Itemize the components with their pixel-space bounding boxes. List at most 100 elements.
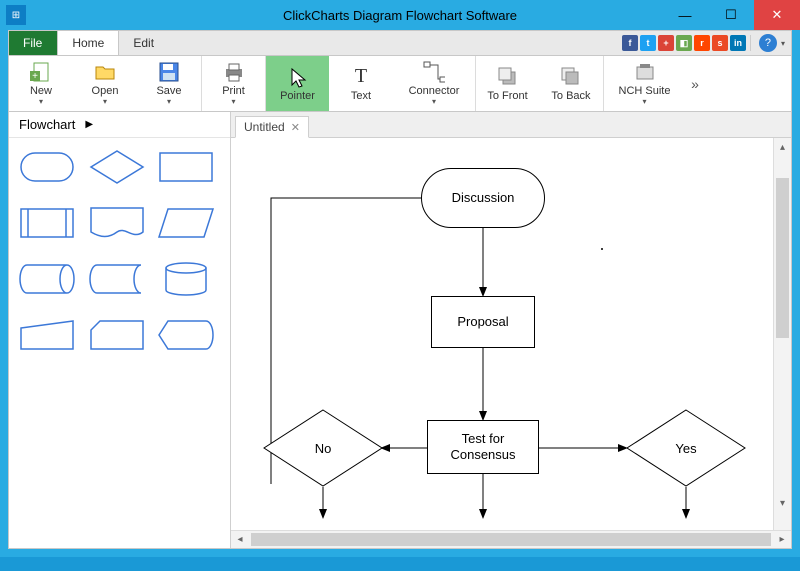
stumbleupon-icon[interactable]: s bbox=[712, 35, 728, 51]
vertical-scrollbar[interactable]: ▴ ▾ bbox=[773, 138, 791, 530]
document-tab-label: Untitled bbox=[244, 120, 285, 134]
open-label: Open bbox=[92, 85, 119, 97]
shapes-sidebar: Flowchart ▶ bbox=[9, 112, 231, 548]
content-area: Flowchart ▶ Untitled bbox=[8, 112, 792, 549]
scroll-thumb[interactable] bbox=[776, 178, 789, 338]
shape-terminator[interactable] bbox=[19, 148, 75, 186]
scroll-down-icon[interactable]: ▾ bbox=[774, 494, 791, 512]
shape-decision[interactable] bbox=[89, 148, 145, 186]
pointer-icon bbox=[287, 66, 309, 88]
shape-display[interactable] bbox=[158, 316, 214, 354]
chevron-down-icon: ▾ bbox=[103, 97, 107, 106]
nchsuite-button[interactable]: NCH Suite ▾ bbox=[603, 56, 685, 111]
tofront-label: To Front bbox=[487, 90, 527, 102]
scroll-left-icon[interactable]: ◂ bbox=[231, 534, 249, 545]
shape-database[interactable] bbox=[158, 260, 214, 298]
text-button[interactable]: T Text bbox=[329, 56, 393, 111]
shape-process[interactable] bbox=[158, 148, 214, 186]
print-button[interactable]: Print ▾ bbox=[201, 56, 265, 111]
save-icon bbox=[158, 61, 180, 83]
connector-button[interactable]: Connector ▾ bbox=[393, 56, 475, 111]
menu-file[interactable]: File bbox=[9, 31, 57, 55]
pointer-button[interactable]: Pointer bbox=[265, 56, 329, 111]
tofront-button[interactable]: To Front bbox=[475, 56, 539, 111]
node-label: No bbox=[263, 409, 383, 487]
nchsuite-label: NCH Suite bbox=[619, 85, 671, 97]
node-label: Yes bbox=[626, 409, 746, 487]
node-label: Test for Consensus bbox=[450, 431, 515, 462]
document-tab-untitled[interactable]: Untitled ✕ bbox=[235, 116, 309, 138]
help-dropdown-icon[interactable]: ▾ bbox=[779, 39, 787, 48]
new-button[interactable]: + New ▾ bbox=[9, 56, 73, 111]
node-yes[interactable]: Yes bbox=[626, 409, 746, 487]
twitter-icon[interactable]: t bbox=[640, 35, 656, 51]
scroll-up-icon[interactable]: ▴ bbox=[774, 138, 791, 156]
close-tab-icon[interactable]: ✕ bbox=[291, 121, 300, 134]
app-icon: ⊞ bbox=[6, 5, 26, 25]
chevron-down-icon: ▾ bbox=[167, 97, 171, 106]
chevron-down-icon: ▾ bbox=[642, 97, 646, 106]
scroll-right-icon[interactable]: ▸ bbox=[773, 534, 791, 545]
shape-card[interactable] bbox=[89, 316, 145, 354]
document-tabstrip: Untitled ✕ bbox=[231, 112, 791, 138]
text-icon: T bbox=[350, 66, 372, 88]
connector-label: Connector bbox=[409, 85, 460, 97]
maximize-button[interactable]: ☐ bbox=[708, 0, 754, 30]
tofront-icon bbox=[497, 66, 519, 88]
chevron-down-icon: ▾ bbox=[39, 97, 43, 106]
nchsuite-icon bbox=[634, 61, 656, 83]
menubar: File Home Edit f t + ◧ r s in ? ▾ bbox=[8, 30, 792, 56]
shape-data[interactable] bbox=[158, 204, 214, 242]
canvas-wrap: Untitled ✕ bbox=[231, 112, 791, 548]
menu-home[interactable]: Home bbox=[57, 31, 119, 55]
help-button[interactable]: ? bbox=[759, 34, 777, 52]
ribbon-overflow-button[interactable]: » bbox=[685, 56, 705, 111]
close-button[interactable]: ✕ bbox=[754, 0, 800, 30]
text-label: Text bbox=[351, 90, 371, 102]
toback-label: To Back bbox=[551, 90, 590, 102]
sidebar-category-header[interactable]: Flowchart ▶ bbox=[9, 112, 230, 138]
social-separator bbox=[750, 35, 751, 51]
open-button[interactable]: Open ▾ bbox=[73, 56, 137, 111]
chevron-down-icon: ▾ bbox=[432, 97, 436, 106]
diagram-canvas[interactable]: Discussion Proposal Test for Consensus N… bbox=[231, 138, 773, 530]
save-button[interactable]: Save ▾ bbox=[137, 56, 201, 111]
shape-document[interactable] bbox=[89, 204, 145, 242]
node-proposal[interactable]: Proposal bbox=[431, 296, 535, 348]
toback-button[interactable]: To Back bbox=[539, 56, 603, 111]
node-no[interactable]: No bbox=[263, 409, 383, 487]
connector-icon bbox=[423, 61, 445, 83]
shape-direct-data[interactable] bbox=[19, 260, 75, 298]
minimize-button[interactable]: — bbox=[662, 0, 708, 30]
statusbar bbox=[0, 557, 800, 571]
shape-stored-data[interactable] bbox=[89, 260, 145, 298]
sidebar-category-label: Flowchart bbox=[19, 117, 75, 132]
shape-predefined-process[interactable] bbox=[19, 204, 75, 242]
titlebar[interactable]: ⊞ ClickCharts Diagram Flowchart Software… bbox=[0, 0, 800, 30]
linkedin-icon[interactable]: in bbox=[730, 35, 746, 51]
shape-manual-input[interactable] bbox=[19, 316, 75, 354]
scroll-thumb[interactable] bbox=[251, 533, 771, 546]
scroll-track[interactable] bbox=[249, 531, 773, 548]
ribbon-toolbar: + New ▾ Open ▾ Save ▾ Print ▾ Pointer T … bbox=[8, 56, 792, 112]
chevron-down-icon: ▾ bbox=[231, 97, 235, 106]
google-plus-icon[interactable]: + bbox=[658, 35, 674, 51]
open-icon bbox=[94, 61, 116, 83]
facebook-icon[interactable]: f bbox=[622, 35, 638, 51]
digg-icon[interactable]: ◧ bbox=[676, 35, 692, 51]
node-discussion[interactable]: Discussion bbox=[421, 168, 545, 228]
menu-edit[interactable]: Edit bbox=[119, 31, 169, 55]
stray-point bbox=[601, 248, 603, 250]
expand-icon: ▶ bbox=[85, 119, 93, 130]
social-share: f t + ◧ r s in ? ▾ bbox=[622, 31, 791, 55]
toback-icon bbox=[560, 66, 582, 88]
new-icon: + bbox=[30, 61, 52, 83]
reddit-icon[interactable]: r bbox=[694, 35, 710, 51]
svg-text:+: + bbox=[32, 71, 38, 82]
node-label: Discussion bbox=[452, 190, 515, 206]
horizontal-scrollbar[interactable]: ◂ ▸ bbox=[231, 530, 791, 548]
print-icon bbox=[223, 61, 245, 83]
shape-palette bbox=[9, 138, 230, 364]
pointer-label: Pointer bbox=[280, 90, 315, 102]
node-consensus[interactable]: Test for Consensus bbox=[427, 420, 539, 474]
